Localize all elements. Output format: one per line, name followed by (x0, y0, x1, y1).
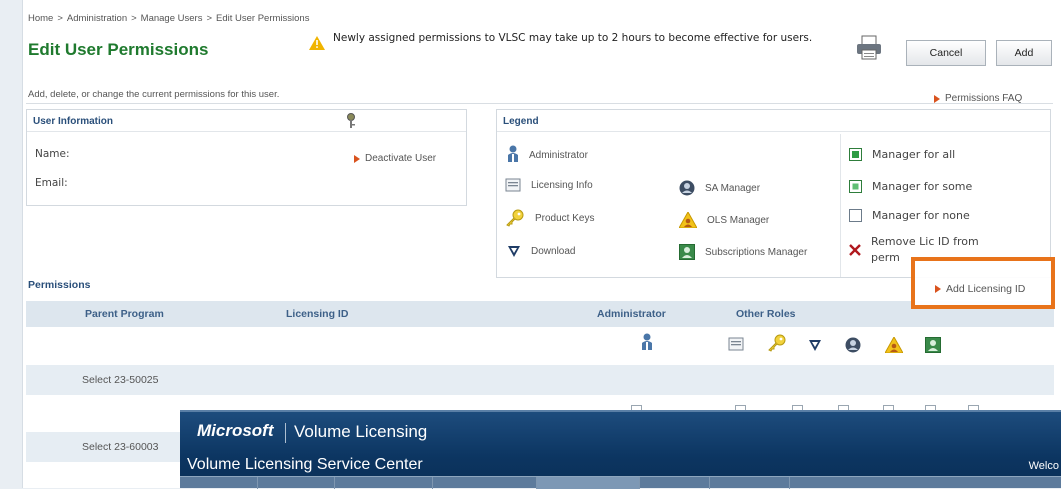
nav-tab[interactable] (180, 477, 258, 489)
legend-ols-manager: OLS Manager (679, 212, 769, 228)
arrow-right-icon (354, 154, 360, 163)
breadcrumb-manage-users[interactable]: Manage Users (141, 13, 203, 24)
administrator-icon (641, 333, 653, 358)
name-label: Name: (35, 148, 70, 160)
vlsc-nav-bar (180, 476, 1061, 489)
legend-licensing-info: Licensing Info (505, 178, 593, 192)
licensing-info-icon (505, 178, 521, 192)
legend-licensing-info-label: Licensing Info (531, 179, 593, 191)
microsoft-logo: Microsoft (197, 421, 274, 440)
welcome-text: Welco (1028, 460, 1059, 472)
legend-administrator-label: Administrator (529, 149, 588, 161)
volume-licensing-title: Volume Licensing (294, 422, 428, 441)
deactivate-user-link[interactable]: Deactivate User (354, 153, 436, 164)
remove-x-icon (849, 244, 861, 256)
col-parent-program: Parent Program (85, 308, 164, 320)
page-subtitle: Add, delete, or change the current permi… (28, 89, 280, 100)
breadcrumb-separator: > (131, 13, 137, 24)
licensing-info-icon (728, 337, 744, 356)
nav-tab[interactable] (258, 477, 335, 489)
deactivate-label: Deactivate User (365, 153, 437, 164)
legend-manager-none-label: Manager for none (872, 209, 970, 222)
checkbox-empty-icon (849, 209, 862, 222)
nav-tab[interactable] (710, 477, 790, 489)
nav-tab[interactable] (335, 477, 433, 489)
page-title: Edit User Permissions (28, 40, 209, 59)
breadcrumb-separator: > (57, 13, 63, 24)
arrow-right-icon (935, 285, 941, 293)
legend-ols-manager-label: OLS Manager (707, 214, 770, 226)
legend-panel: Legend Administrator Licensing Info Prod… (496, 109, 1051, 278)
vlsc-header-overlay: Microsoft Volume Licensing Volume Licens… (180, 410, 1061, 489)
ols-manager-icon (679, 212, 697, 228)
sa-manager-icon (845, 337, 861, 358)
subscriptions-manager-icon (679, 244, 695, 260)
download-icon (808, 338, 822, 357)
arrow-right-icon (934, 94, 940, 103)
legend-header: Legend (497, 110, 1050, 132)
subscriptions-manager-icon (925, 337, 941, 358)
download-icon (508, 246, 520, 257)
breadcrumb-current: Edit User Permissions (216, 13, 310, 24)
permissions-table-header: Parent Program Licensing ID Administrato… (26, 301, 1054, 327)
legend-download: Download (507, 244, 575, 258)
user-info-title: User Information (33, 116, 114, 127)
legend-administrator: Administrator (507, 145, 588, 165)
email-label: Email: (35, 177, 68, 189)
legend-manager-all: Manager for all (849, 148, 955, 161)
nav-tab[interactable] (537, 477, 640, 489)
legend-sa-manager: SA Manager (679, 180, 760, 196)
add-licensing-id-label: Add Licensing ID (946, 283, 1026, 295)
row-program-select[interactable]: Select 23-50025 (82, 374, 158, 386)
table-row[interactable]: Select 23-50025 (26, 365, 1054, 395)
permissions-title: Permissions (28, 279, 91, 291)
breadcrumb: Home > Administration > Manage Users > Edit Us… (28, 13, 309, 24)
legend-product-keys: Product Keys (505, 209, 594, 227)
notice-text: Newly assigned permissions to VLSC may t… (333, 32, 813, 44)
legend-remove-lic-line2: perm (871, 251, 900, 264)
breadcrumb-administration[interactable]: Administration (67, 13, 127, 24)
vlsc-title: Volume Licensing Service Center (187, 456, 423, 473)
legend-divider (840, 134, 841, 277)
key-icon (767, 334, 787, 357)
divider (26, 103, 1053, 104)
col-administrator: Administrator (597, 308, 666, 320)
ols-manager-icon (884, 335, 904, 358)
cancel-button[interactable]: Cancel (906, 40, 986, 66)
col-licensing-id: Licensing ID (286, 308, 349, 320)
checkbox-full-icon (849, 148, 862, 161)
sa-manager-icon (679, 180, 695, 196)
add-button[interactable]: Add (996, 40, 1052, 66)
legend-manager-all-label: Manager for all (872, 148, 956, 161)
nav-tab[interactable] (640, 477, 710, 489)
legend-subscriptions-manager: Subscriptions Manager (679, 244, 807, 260)
legend-remove-lic-line1: Remove Lic ID from (871, 235, 979, 248)
logo-divider (285, 423, 286, 443)
legend-manager-some-label: Manager for some (872, 180, 973, 193)
row-program-select[interactable]: Select 23-60003 (82, 441, 158, 453)
add-licensing-id-link[interactable]: Add Licensing ID (935, 283, 1025, 295)
legend-sa-manager-label: SA Manager (705, 182, 761, 194)
legend-product-keys-label: Product Keys (535, 212, 595, 224)
col-other-roles: Other Roles (736, 308, 796, 320)
breadcrumb-home[interactable]: Home (28, 13, 53, 24)
user-information-panel: User Information Name: Email: Deactivate… (26, 109, 467, 206)
legend-manager-none: Manager for none (849, 209, 970, 222)
user-key-icon (346, 113, 356, 132)
checkbox-partial-icon (849, 180, 862, 193)
user-info-header: User Information (27, 110, 466, 132)
permissions-notice: Newly assigned permissions to VLSC may t… (309, 32, 849, 50)
key-icon (506, 209, 524, 227)
nav-tab[interactable] (433, 477, 537, 489)
administrator-icon (508, 145, 518, 163)
legend-download-label: Download (531, 245, 576, 257)
warning-icon (309, 36, 325, 50)
print-icon[interactable] (855, 35, 883, 66)
legend-subscriptions-manager-label: Subscriptions Manager (705, 246, 808, 258)
legend-manager-some: Manager for some (849, 180, 972, 193)
breadcrumb-separator: > (206, 13, 213, 24)
